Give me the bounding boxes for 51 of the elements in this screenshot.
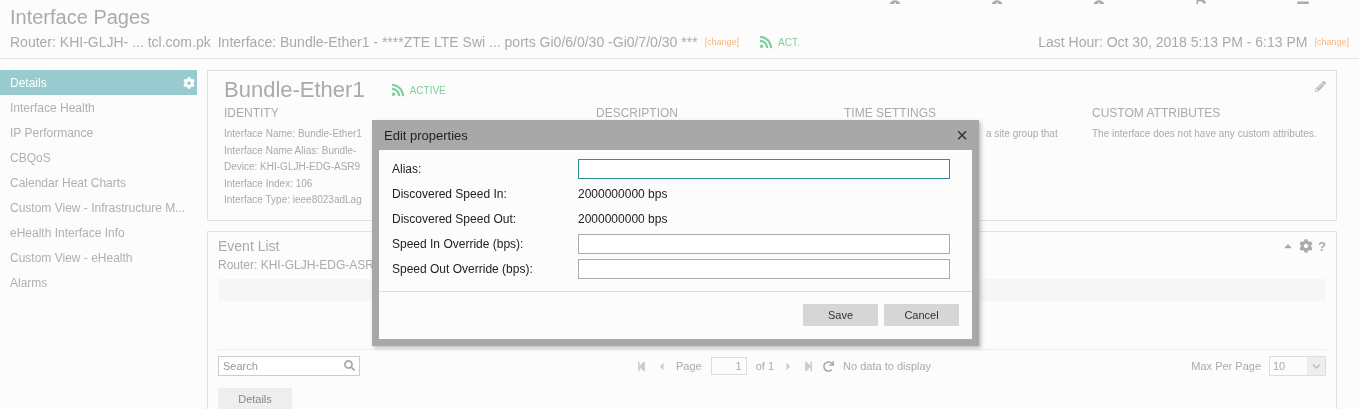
time-range-label: Last Hour: Oct 30, 2018 5:13 PM - 6:13 PM <box>1038 34 1308 50</box>
dialog-title: Edit properties <box>384 127 468 143</box>
close-button[interactable]: × <box>956 125 968 145</box>
sidebar-item[interactable]: Custom View - Infrastructure M... <box>0 195 197 220</box>
no-data-text: No data to display <box>843 360 932 372</box>
sidebar-item[interactable]: Custom View - eHealth <box>0 245 197 270</box>
max-per-page-label: Max Per Page <box>1191 360 1261 372</box>
details-button[interactable]: Details <box>218 388 292 409</box>
change-link[interactable]: [change] <box>1314 37 1349 47</box>
interface-label: Interface: Bundle-Ether1 - ****ZTE LTE Swi ... ports Gi0/6/0/30 -Gi0/7/0/30 *** <box>217 34 698 50</box>
sidebar-item[interactable]: eHealth Interface Info <box>0 220 197 245</box>
help-icon[interactable]: ? <box>1318 238 1326 254</box>
page-count: of 1 <box>755 360 775 372</box>
page-title: Interface Pages <box>10 6 152 29</box>
event-list-title: Event List <box>218 238 280 254</box>
section-heading: TIME SETTINGS <box>844 106 937 120</box>
section-heading: CUSTOM ATTRIBUTES <box>1092 106 1222 120</box>
detail-text: a site group that <box>986 127 1058 141</box>
cancel-button[interactable]: Cancel <box>884 304 959 326</box>
router-label: Router: KHI-GLJH- ... tcl.com.pk <box>10 34 211 50</box>
field-label: Alias: <box>392 161 423 178</box>
field-label: Speed Out Override (bps): <box>392 261 534 278</box>
field-label: Discovered Speed In: <box>392 186 508 203</box>
page-label: Page <box>676 360 702 372</box>
change-link[interactable]: [change] <box>704 37 740 47</box>
sidebar-item[interactable]: Calendar Heat Charts <box>0 170 197 195</box>
sidebar-item[interactable]: CBQoS <box>0 145 197 170</box>
page-field[interactable]: 1 <box>710 357 747 375</box>
status-label: ACT. <box>778 36 800 48</box>
sidebar-item[interactable]: IP Performance <box>0 120 197 145</box>
field-value: 2000000000 bps <box>578 212 669 226</box>
section-heading: DESCRIPTION <box>596 106 679 120</box>
detail-text: Interface Type: ieee8023adLag <box>224 193 362 207</box>
field-label: Discovered Speed Out: <box>392 211 518 228</box>
router-label: Router: KHI-GLJH-EDG-ASR <box>218 258 375 272</box>
detail-text: The interface does not have any custom attributes. <box>1092 127 1317 141</box>
max-per-page-select[interactable]: 10 <box>1269 356 1326 376</box>
sidebar-item[interactable]: Interface Health <box>0 95 197 120</box>
detail-text: Interface Index: 106 <box>224 176 313 191</box>
detail-text: Interface Name: Bundle-Ether1 <box>224 127 362 141</box>
detail-text: Interface Name Alias: Bundle- <box>224 143 357 158</box>
interface-title: Bundle-Ether1 <box>224 77 365 103</box>
section-heading: IDENTITY <box>224 106 280 120</box>
detail-text: Device: KHI-GLJH-EDG-ASR9 <box>224 160 361 174</box>
save-button[interactable]: Save <box>803 304 878 326</box>
search-field[interactable]: Search <box>218 356 360 376</box>
status-label: ACTIVE <box>409 84 446 96</box>
field-value: 2000000000 bps <box>578 187 669 201</box>
sidebar-item[interactable]: Details <box>0 70 197 95</box>
field-label: Speed In Override (bps): <box>392 236 525 253</box>
sidebar-item[interactable]: Alarms <box>0 270 197 295</box>
